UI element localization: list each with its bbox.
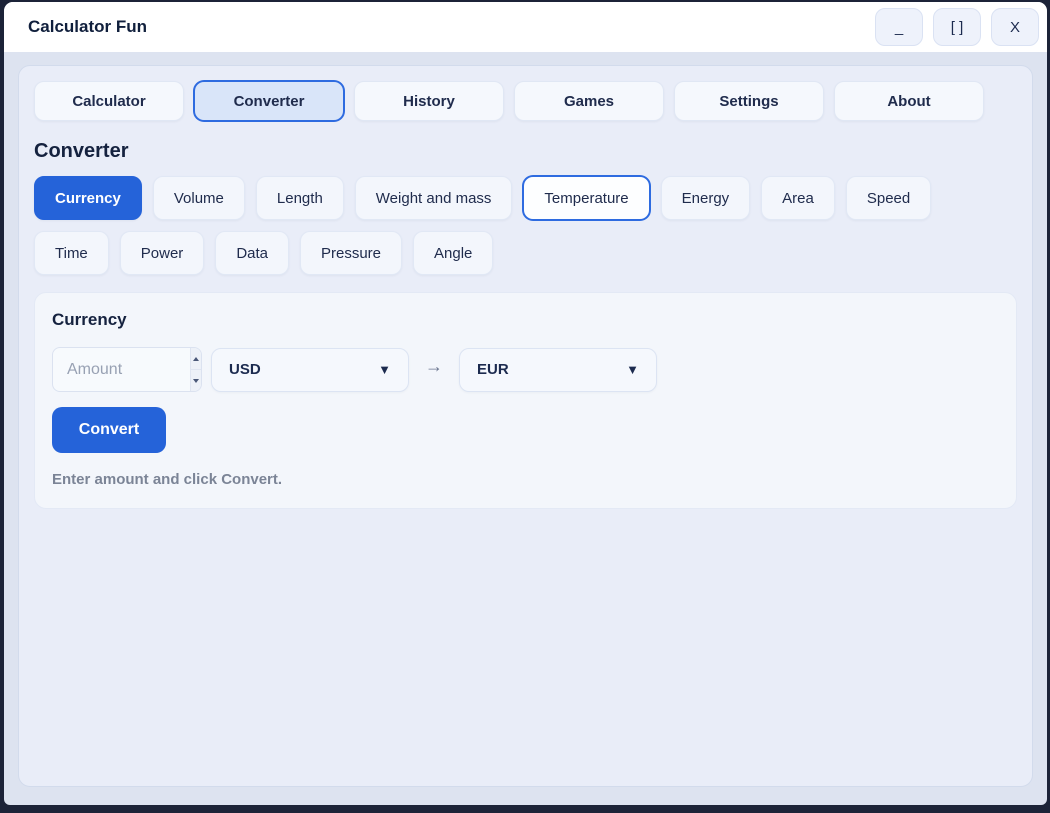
tab-games[interactable]: Games — [514, 81, 664, 121]
category-energy[interactable]: Energy — [660, 176, 751, 220]
maximize-button[interactable]: [ ] — [933, 8, 981, 46]
tab-about[interactable]: About — [834, 81, 984, 121]
chevron-down-icon: ▼ — [626, 362, 639, 377]
category-speed[interactable]: Speed — [845, 176, 932, 220]
to-currency-value: EUR — [477, 361, 509, 378]
category-weight-and-mass[interactable]: Weight and mass — [354, 176, 513, 220]
to-currency-select[interactable]: EUR ▼ — [459, 347, 657, 392]
chevron-down-icon: ▼ — [378, 362, 391, 377]
app-window: Calculator Fun _ [ ] X Calculator Convert… — [4, 2, 1047, 805]
from-currency-select[interactable]: USD ▼ — [211, 347, 409, 392]
tab-history[interactable]: History — [354, 81, 504, 121]
category-pressure[interactable]: Pressure — [300, 231, 403, 275]
main-panel: Calculator Converter History Games Settings A… — [18, 65, 1033, 787]
window-title: Calculator Fun — [28, 17, 148, 36]
category-currency[interactable]: Currency — [34, 176, 142, 220]
tab-converter[interactable]: Converter — [194, 81, 344, 121]
conversion-controls: USD ▼ → EUR ▼ — [52, 347, 999, 392]
category-volume[interactable]: Volume — [152, 176, 245, 220]
tab-calculator[interactable]: Calculator — [34, 81, 184, 121]
spinner-down-button[interactable] — [191, 370, 201, 391]
right-arrow-icon: → — [425, 356, 443, 376]
amount-input[interactable] — [53, 348, 201, 391]
tab-bar: Calculator Converter History Games Settings A… — [34, 81, 1017, 121]
category-time[interactable]: Time — [34, 231, 109, 275]
from-currency-value: USD — [229, 361, 261, 378]
close-button[interactable]: X — [991, 8, 1039, 46]
spinner-down-icon — [193, 378, 199, 383]
category-power[interactable]: Power — [119, 231, 205, 275]
convert-button[interactable]: Convert — [52, 407, 166, 453]
category-temperature[interactable]: Temperature — [523, 176, 650, 220]
amount-field-wrap — [52, 347, 202, 392]
converter-heading: Converter — [34, 140, 129, 162]
title-bar: Calculator Fun _ [ ] X — [4, 2, 1047, 52]
category-area[interactable]: Area — [761, 176, 835, 220]
window-controls: _ [ ] X — [875, 8, 1039, 46]
spinner-up-button[interactable] — [191, 348, 201, 370]
spinner-up-icon — [193, 356, 199, 361]
tab-settings[interactable]: Settings — [674, 81, 824, 121]
status-text: Enter amount and click Convert. — [52, 471, 283, 488]
currency-card-heading: Currency — [52, 310, 127, 329]
category-list: Currency Volume Length Weight and mass Tempe… — [34, 176, 1014, 275]
currency-card: Currency US — [34, 292, 1017, 509]
window-content: Calculator Converter History Games Settings A… — [4, 52, 1047, 805]
category-length[interactable]: Length — [255, 176, 344, 220]
category-angle[interactable]: Angle — [413, 231, 494, 275]
category-data[interactable]: Data — [215, 231, 289, 275]
minimize-button[interactable]: _ — [875, 8, 923, 46]
amount-spinner — [190, 348, 201, 391]
